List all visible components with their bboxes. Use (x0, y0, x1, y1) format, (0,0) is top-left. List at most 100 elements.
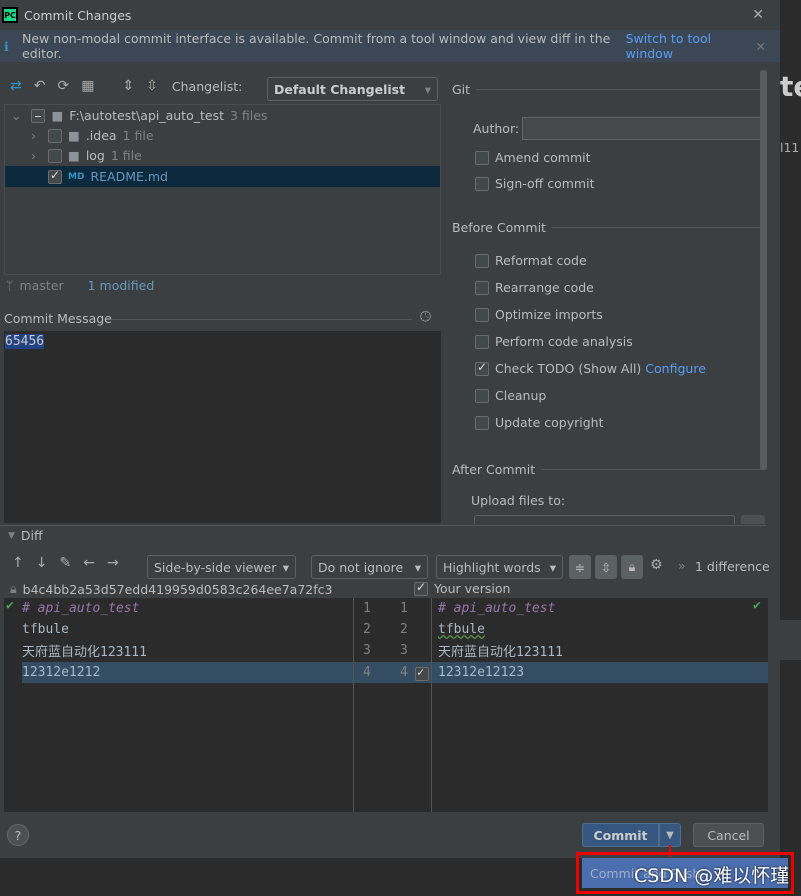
dropdown-arrow-icon: ▾ (424, 81, 431, 97)
line-number: 2 (363, 622, 371, 637)
edit-source-icon[interactable]: ✎ (59, 555, 71, 571)
author-input[interactable] (522, 117, 762, 140)
option-label: Update copyright (495, 415, 604, 430)
checkbox-checked[interactable] (475, 360, 489, 376)
switch-to-tool-window-link[interactable]: Switch to tool window (626, 31, 756, 61)
changelist-select[interactable]: Default Changelist ▾ (267, 77, 438, 101)
include-change-checkbox[interactable] (415, 665, 429, 681)
folder-icon: ■ (51, 108, 64, 123)
modified-count-link[interactable]: 1 modified (88, 278, 155, 293)
commit-button[interactable]: Commit (582, 823, 659, 847)
right-line[interactable]: 12312e12123 (438, 662, 524, 683)
next-difference-icon[interactable]: ↓ (36, 555, 48, 571)
chevron-right-icon[interactable]: › (31, 148, 36, 163)
changelist-label: Changelist: (171, 78, 243, 94)
collapse-all-icon[interactable]: ⇳ (146, 78, 158, 94)
pycharm-logo-icon: PC (2, 7, 18, 23)
checkbox-checked[interactable] (414, 580, 428, 596)
status-bar: ᛘ master 1 modified (6, 278, 154, 293)
commit-options-dropdown[interactable]: ▼ (659, 823, 681, 847)
checkbox[interactable] (475, 415, 489, 430)
highlight-mode-select[interactable]: Highlight words ▾ (436, 555, 563, 579)
diff-viewer[interactable]: ✔ ✔ # api_auto_test tfbule 天府蓝自动化123111 … (4, 598, 768, 812)
signoff-commit-option[interactable]: Sign-off commit (475, 176, 595, 191)
checkbox[interactable] (475, 253, 489, 268)
checkbox[interactable] (475, 388, 489, 403)
right-line[interactable]: tfbule (438, 619, 485, 640)
tree-node-readme[interactable]: MD README.md (5, 166, 440, 187)
line-number: 4 (400, 665, 408, 680)
checkbox[interactable] (475, 334, 489, 349)
tree-node-label: .idea (85, 128, 117, 143)
changelist-value: Default Changelist (274, 81, 406, 97)
chevron-right-icon[interactable]: › (31, 128, 36, 143)
checkbox-partial[interactable] (31, 108, 46, 123)
changes-toolbar: ⇄ ↶ ⟳ ▦ ⇕ ⇳ Changelist: (10, 78, 242, 94)
more-chevron-icon[interactable]: » (678, 558, 686, 573)
refresh-icon[interactable]: ⟳ (57, 78, 69, 94)
ignore-whitespace-select[interactable]: Do not ignore ▾ (311, 555, 428, 579)
select-value: Do not ignore (318, 559, 404, 575)
forward-arrow-icon[interactable]: → (107, 555, 119, 571)
collapse-triangle-icon: ▼ (8, 530, 15, 541)
upload-target-select[interactable] (474, 515, 735, 524)
branch-name: master (19, 278, 64, 293)
close-banner-button[interactable]: ✕ (756, 39, 766, 54)
check-todo-option[interactable]: Check TODO (Show All)Configure (475, 360, 706, 376)
option-label: Rearrange code (495, 280, 594, 295)
cancel-button[interactable]: Cancel (693, 823, 764, 847)
commit-message-input[interactable]: 65456 (4, 331, 441, 523)
tree-node-root[interactable]: ⌄ ■ F:\autotest\api_auto_test 3 files (11, 108, 267, 123)
amend-commit-option[interactable]: Amend commit (475, 150, 591, 165)
right-line[interactable]: 天府蓝自动化123111 (438, 640, 563, 661)
checkbox-checked[interactable] (48, 168, 62, 184)
line-number: 3 (400, 643, 408, 658)
options-scrollbar[interactable] (760, 70, 767, 470)
checkbox[interactable] (475, 150, 489, 165)
previous-difference-icon[interactable]: ↑ (12, 555, 24, 571)
chevron-down-icon[interactable]: ⌄ (11, 108, 21, 123)
reformat-code-option[interactable]: Reformat code (475, 253, 587, 268)
left-line: tfbule (22, 622, 69, 637)
code-analysis-option[interactable]: Perform code analysis (475, 334, 633, 349)
branch-icon: ᛘ (6, 278, 14, 293)
line-number: 1 (363, 601, 371, 616)
checkbox[interactable] (475, 307, 489, 322)
option-label: Cleanup (495, 388, 547, 403)
expand-all-icon[interactable]: ⇕ (122, 78, 134, 94)
close-window-button[interactable]: ✕ (752, 7, 764, 23)
viewer-mode-select[interactable]: Side-by-side viewer ▾ (147, 555, 296, 579)
rearrange-code-option[interactable]: Rearrange code (475, 280, 594, 295)
rollback-icon[interactable]: ↶ (34, 78, 46, 94)
divider (112, 319, 412, 320)
diff-section-header[interactable]: ▼ Diff (8, 528, 43, 543)
history-clock-icon[interactable]: 🕓︎ (420, 309, 431, 325)
checkbox[interactable] (475, 176, 489, 191)
sync-scroll-icon[interactable]: ⇳ (595, 555, 617, 579)
collapse-unchanged-icon[interactable]: ≑ (569, 555, 591, 579)
checkbox[interactable] (48, 148, 62, 163)
upload-config-button[interactable] (741, 515, 765, 524)
cleanup-option[interactable]: Cleanup (475, 388, 546, 403)
checkbox[interactable] (48, 128, 62, 143)
changes-tree: ⌄ ■ F:\autotest\api_auto_test 3 files › … (4, 104, 441, 275)
show-diff-icon[interactable]: ⇄ (10, 78, 22, 94)
back-arrow-icon[interactable]: ← (83, 555, 95, 571)
group-by-icon[interactable]: ▦ (81, 78, 94, 94)
title-bar: PC Commit Changes ✕ (0, 0, 780, 30)
help-button[interactable]: ? (7, 824, 29, 846)
tree-node-label: F:\autotest\api_auto_test (69, 108, 224, 123)
select-value: Highlight words (443, 559, 541, 575)
option-label: Optimize imports (495, 307, 603, 322)
option-label: Sign-off commit (495, 176, 595, 191)
option-label: Reformat code (495, 253, 587, 268)
revision-hash: b4c4bb2a53d57edd419959d0583c264ee7a72fc3 (22, 581, 333, 597)
optimize-imports-option[interactable]: Optimize imports (475, 307, 603, 322)
tree-node-log[interactable]: › ■ log 1 file (31, 148, 142, 163)
update-copyright-option[interactable]: Update copyright (475, 415, 603, 430)
checkbox[interactable] (475, 280, 489, 295)
settings-gear-icon[interactable]: ⚙ (650, 557, 663, 573)
configure-link[interactable]: Configure (645, 361, 706, 376)
lock-icon[interactable]: 🔒︎ (621, 555, 643, 579)
tree-node-idea[interactable]: › ■ .idea 1 file (31, 128, 154, 143)
